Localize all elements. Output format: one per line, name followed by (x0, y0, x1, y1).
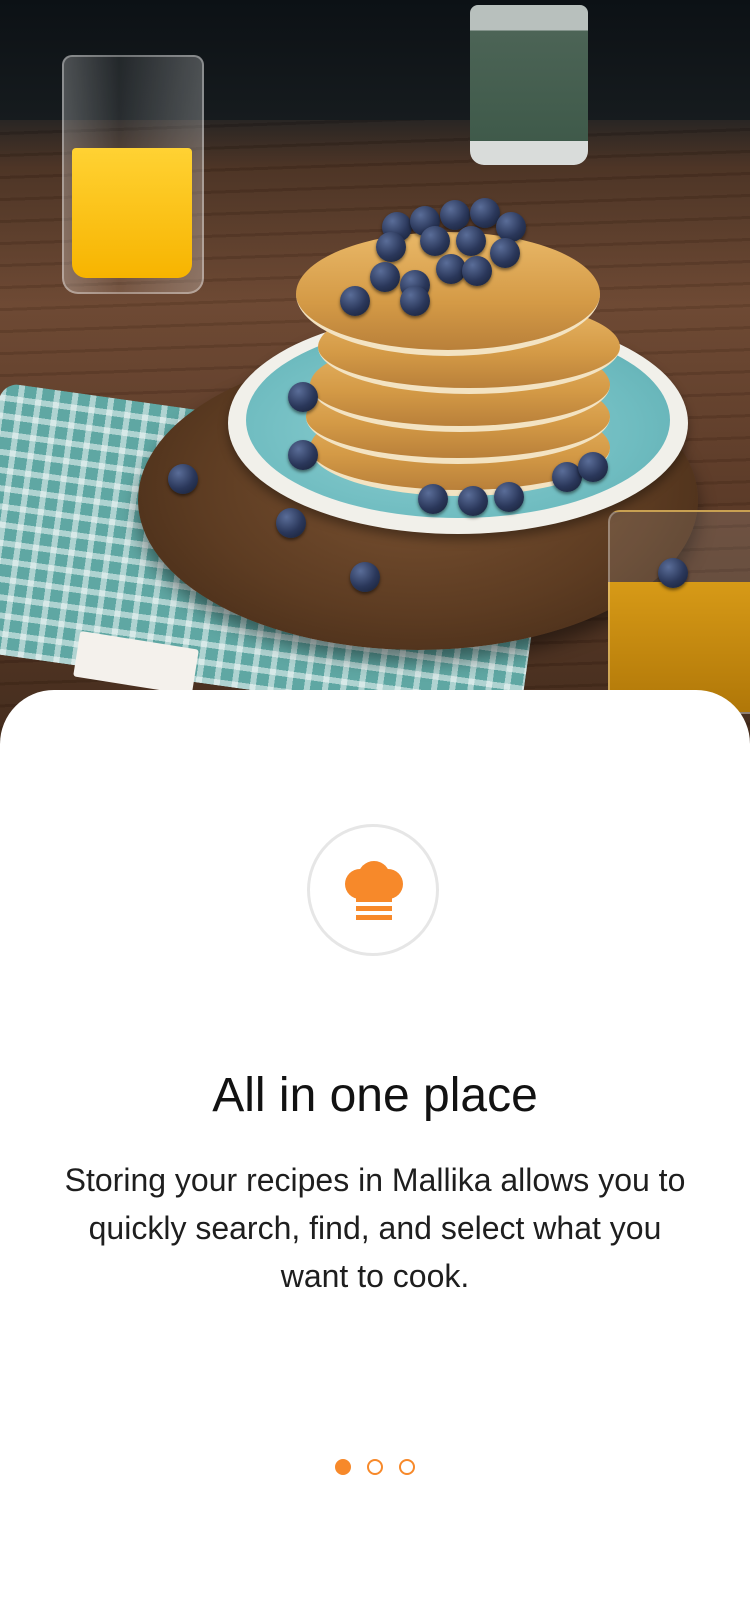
blueberry (276, 508, 306, 538)
blueberry (458, 486, 488, 516)
page-dot-2[interactable] (367, 1459, 383, 1475)
blueberry (168, 464, 198, 494)
onboarding-title: All in one place (212, 1069, 538, 1122)
onboarding-screen: All in one place Storing your recipes in… (0, 0, 750, 1624)
blueberry (288, 440, 318, 470)
onboarding-description: Storing your recipes in Mallika allows y… (64, 1162, 686, 1294)
orange-juice (72, 148, 192, 278)
coffee-cup (470, 5, 588, 165)
blueberry (578, 452, 608, 482)
blueberry (340, 286, 370, 316)
blueberry (420, 226, 450, 256)
chef-hat-icon (342, 860, 406, 929)
hero-image (0, 0, 750, 760)
blueberry (400, 286, 430, 316)
blueberry (288, 382, 318, 412)
blueberry (456, 226, 486, 256)
blueberry (462, 256, 492, 286)
page-dot-3[interactable] (399, 1459, 415, 1475)
blueberry (376, 232, 406, 262)
page-dot-1[interactable] (335, 1459, 351, 1475)
blueberry (494, 482, 524, 512)
blueberry (440, 200, 470, 230)
blueberry (370, 262, 400, 292)
page-indicator (0, 1459, 750, 1477)
blueberry (418, 484, 448, 514)
blueberry (490, 238, 520, 268)
syrup-jar (608, 510, 750, 714)
blueberry (350, 562, 380, 592)
blueberry (658, 558, 688, 588)
